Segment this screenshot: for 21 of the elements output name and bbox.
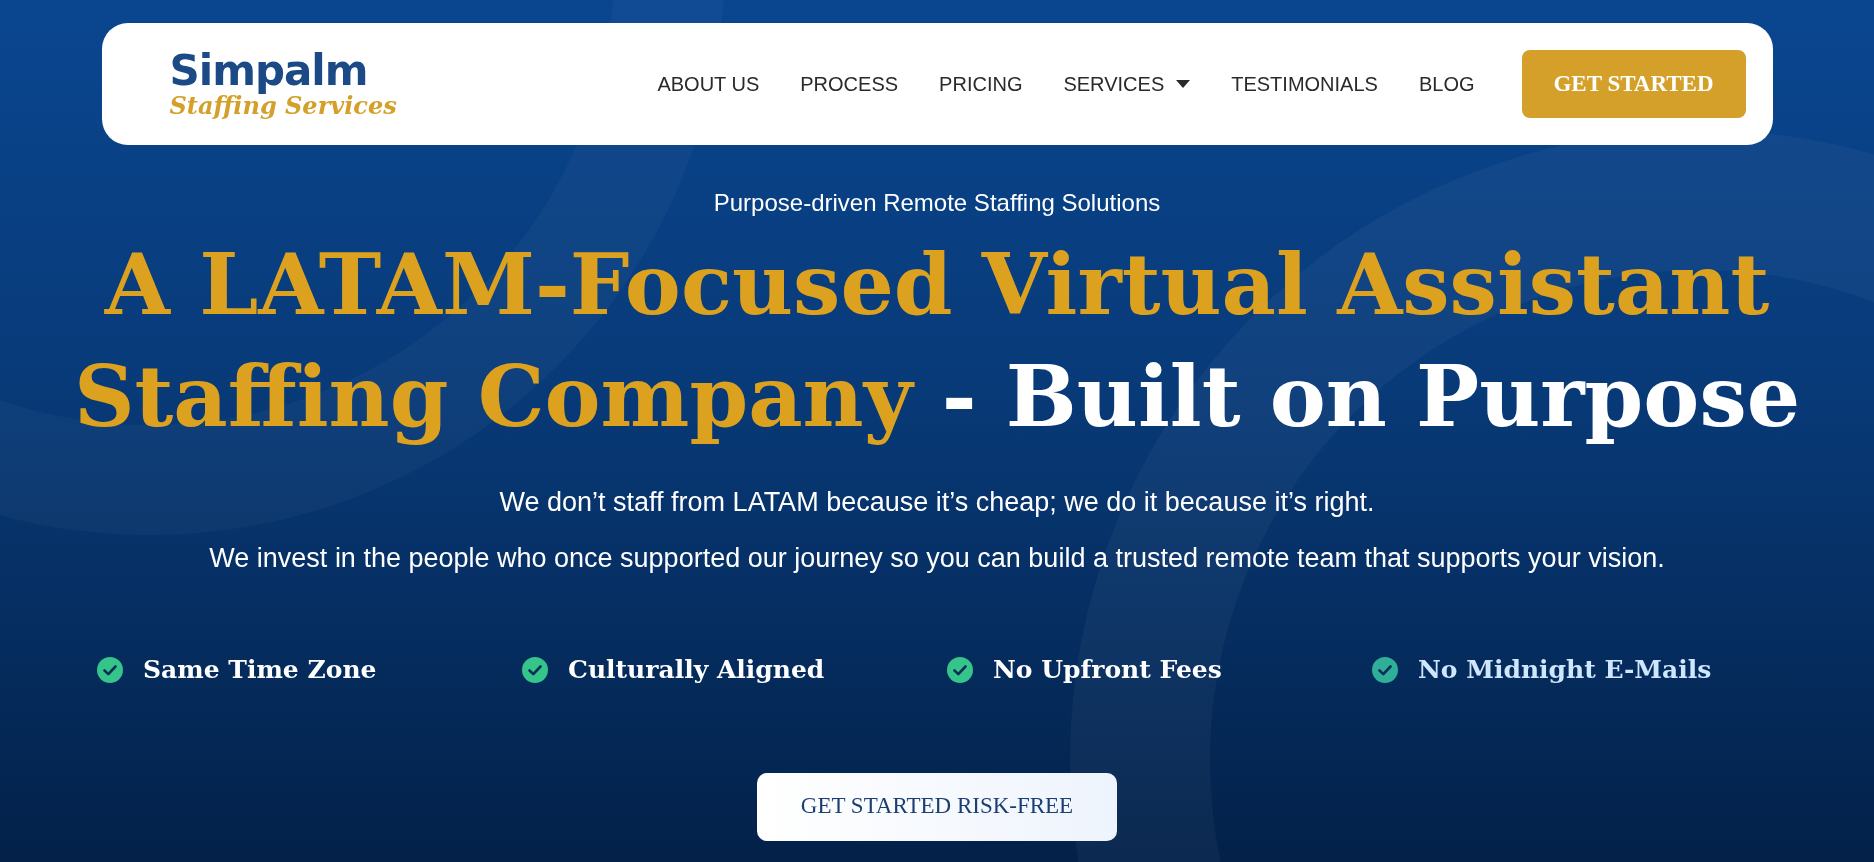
caret-down-icon (1176, 80, 1191, 88)
check-circle-icon (1372, 656, 1398, 683)
hero-heading: A LATAM-Focused Virtual Assistant Staffing Company - Built on Purpose (72, 234, 1802, 448)
nav-link[interactable]: ABOUT US (657, 69, 760, 99)
check-circle-icon (97, 656, 123, 683)
check-circle-icon (522, 656, 548, 683)
nav-link[interactable]: PROCESS (800, 69, 899, 99)
nav-link[interactable]: PRICING (939, 69, 1023, 99)
feature-label: No Midnight E-Mails (1418, 654, 1712, 686)
hero-paragraph: We invest in the people who once supported our journey so you can build a trusted remote team that supports your vision. (209, 542, 1665, 575)
hero-paragraph: We don’t staff from LATAM because it’s cheap; we do it because it’s right. (499, 486, 1375, 519)
feature-label: Same Time Zone (143, 654, 377, 686)
nav-link[interactable]: TESTIMONIALS (1231, 69, 1378, 99)
check-circle-icon (947, 656, 973, 683)
hero-eyebrow: Purpose-driven Remote Staffing Solutions (713, 188, 1161, 218)
nav-link[interactable]: BLOG (1418, 69, 1475, 99)
feature-label: No Upfront Fees (993, 654, 1222, 686)
feature-label: Culturally Aligned (568, 654, 825, 686)
logo[interactable]: Simpalm Staffing Services (169, 50, 397, 118)
get-started-risk-free-button[interactable]: GET STARTED RISK-FREE (757, 772, 1117, 841)
nav-link[interactable]: SERVICES (1063, 69, 1191, 99)
